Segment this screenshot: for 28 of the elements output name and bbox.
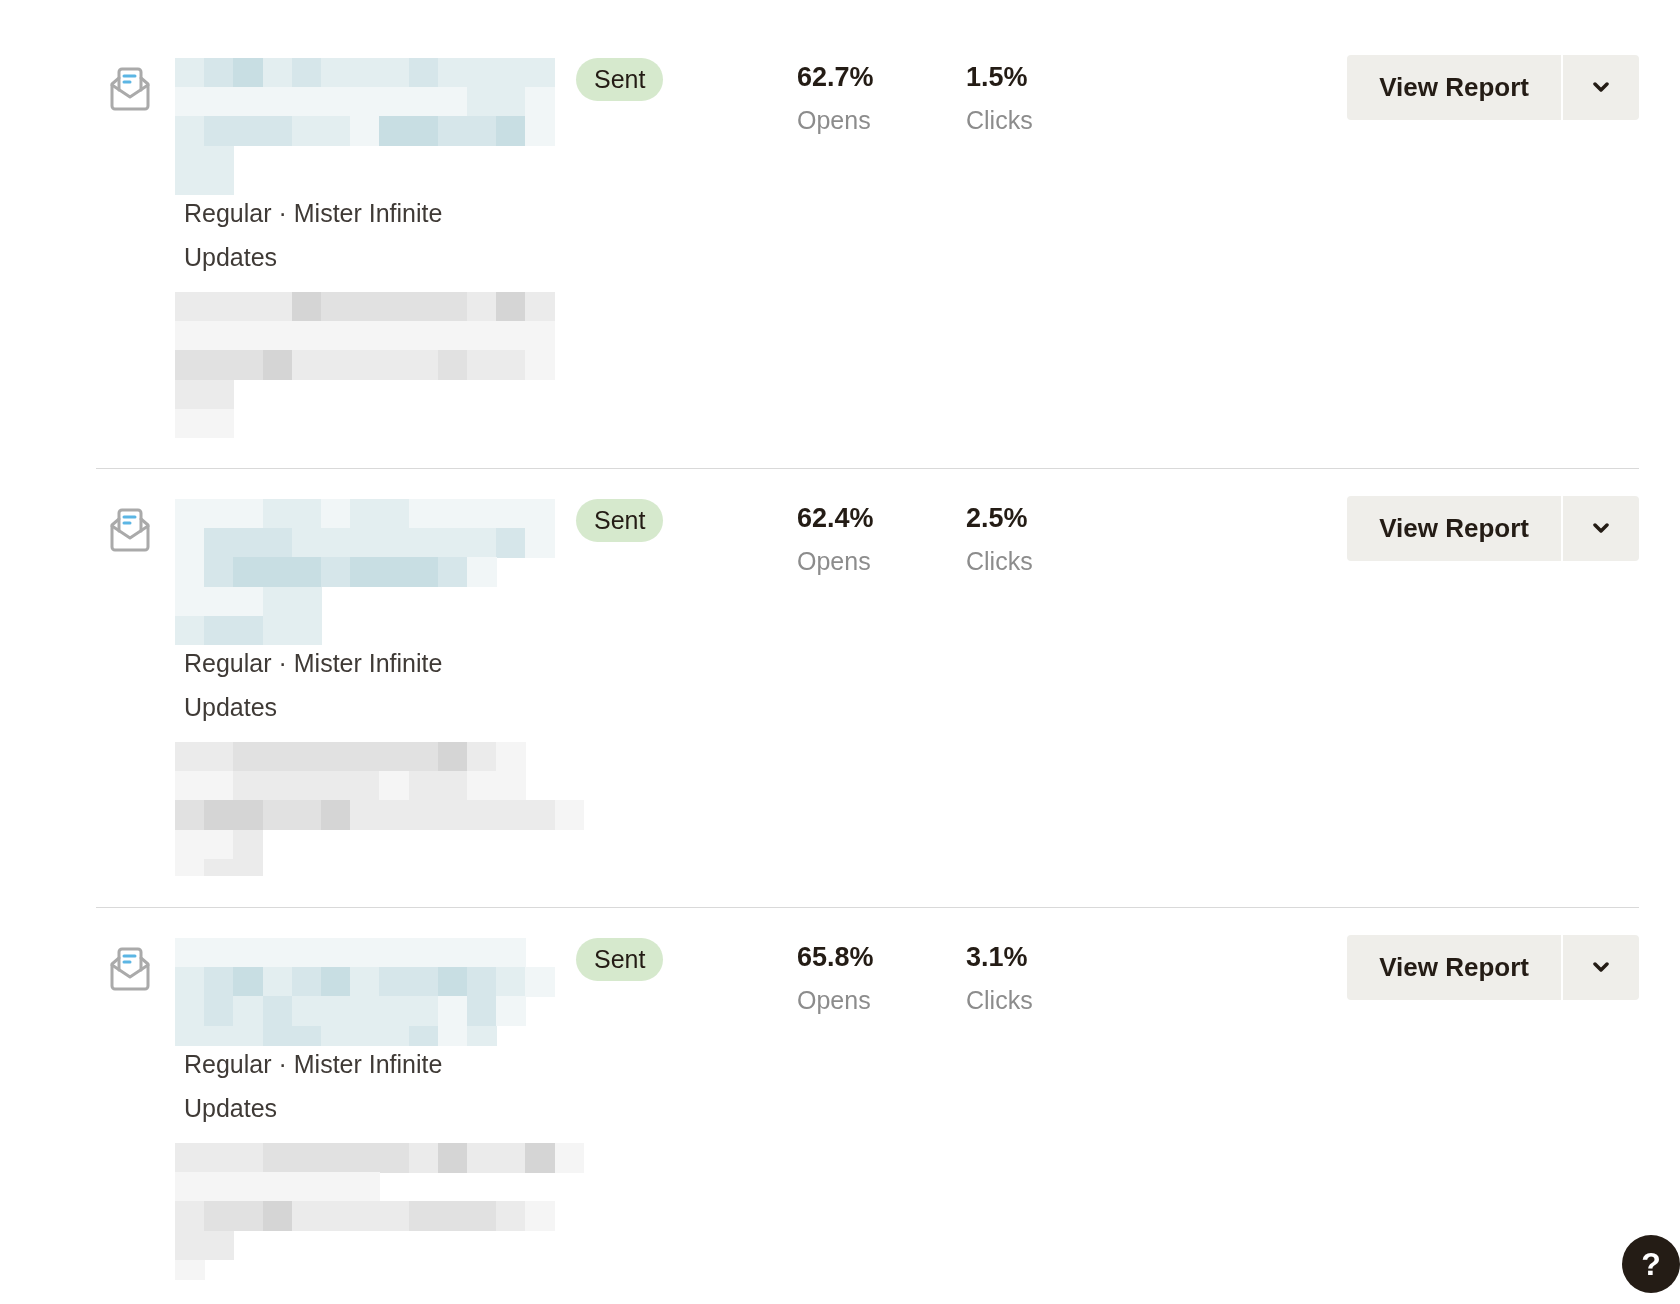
stat-value: 62.7%: [797, 61, 874, 94]
stat-label: Clicks: [966, 984, 1033, 1016]
stat-value: 65.8%: [797, 940, 874, 974]
chevron-down-icon: [1593, 82, 1609, 93]
more-options-button[interactable]: [1563, 496, 1639, 562]
view-report-button[interactable]: View Report: [1347, 496, 1561, 562]
status-badge: Sent: [576, 58, 664, 101]
stat-label: Opens: [797, 546, 871, 578]
help-button[interactable]: ?: [1622, 1235, 1680, 1293]
stat-label: Clicks: [966, 546, 1033, 578]
stat-label: Opens: [797, 105, 871, 136]
stat-value: 62.4%: [797, 502, 874, 536]
stat-value: 1.5%: [966, 61, 1028, 94]
chevron-down-icon: [1593, 523, 1609, 535]
stat-value: 3.1%: [966, 940, 1028, 974]
status-badge: Sent: [576, 499, 664, 543]
campaign-meta-text: Regular · Mister Infinite Updates: [184, 1048, 444, 1124]
more-options-button[interactable]: [1563, 934, 1639, 1000]
campaign-meta-text: Regular · Mister Infinite Updates: [184, 648, 444, 724]
status-badge: Sent: [576, 937, 664, 981]
stat-value: 2.5%: [966, 502, 1028, 536]
stat-label: Clicks: [966, 105, 1033, 136]
chevron-down-icon: [1593, 961, 1609, 973]
more-options-button[interactable]: [1563, 55, 1639, 120]
campaign-meta-text: Regular · Mister Infinite Updates: [184, 198, 444, 274]
view-report-button[interactable]: View Report: [1347, 934, 1561, 1000]
stat-label: Opens: [797, 984, 871, 1016]
view-report-button[interactable]: View Report: [1347, 55, 1561, 120]
